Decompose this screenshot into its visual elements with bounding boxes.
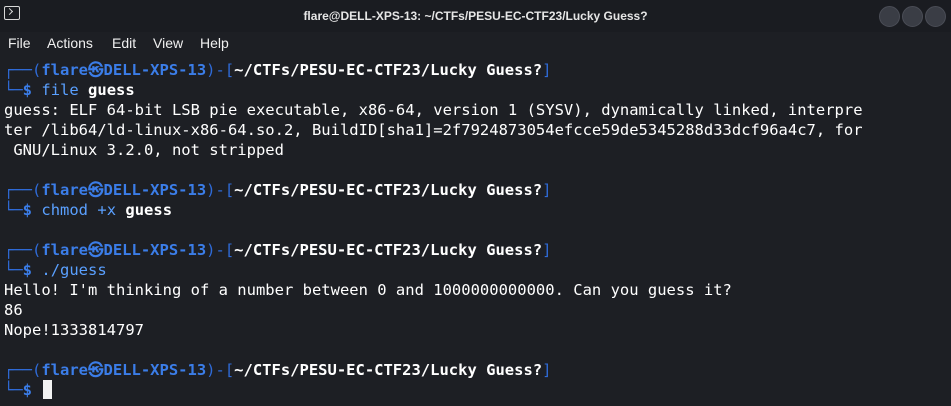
minimize-button[interactable] bbox=[879, 6, 900, 27]
menu-file[interactable]: File bbox=[8, 35, 31, 51]
terminal-output[interactable]: ┌──(flare㉿DELL-XPS-13)-[~/CTFs/PESU-EC-C… bbox=[0, 54, 951, 406]
menu-edit[interactable]: Edit bbox=[112, 35, 136, 51]
menu-help[interactable]: Help bbox=[200, 35, 229, 51]
prompt-line: ┌──(flare㉿DELL-XPS-13)-[~/CTFs/PESU-EC-C… bbox=[4, 181, 552, 199]
command-line[interactable]: └─$ bbox=[4, 380, 53, 400]
close-button[interactable] bbox=[925, 6, 946, 27]
command-line: └─$ file guess bbox=[4, 81, 135, 99]
output-line: GNU/Linux 3.2.0, not stripped bbox=[4, 141, 284, 159]
output-line: ter /lib64/ld-linux-x86-64.so.2, BuildID… bbox=[4, 121, 863, 139]
prompt-line: ┌──(flare㉿DELL-XPS-13)-[~/CTFs/PESU-EC-C… bbox=[4, 361, 552, 379]
output-line: 86 bbox=[4, 301, 23, 319]
menu-bar: File Actions Edit View Help bbox=[0, 32, 951, 54]
command-line: └─$ chmod +x guess bbox=[4, 201, 173, 219]
prompt-line: ┌──(flare㉿DELL-XPS-13)-[~/CTFs/PESU-EC-C… bbox=[4, 61, 552, 79]
output-line: Hello! I'm thinking of a number between … bbox=[4, 281, 732, 299]
output-line: Nope!1333814797 bbox=[4, 321, 144, 339]
command-line: └─$ ./guess bbox=[4, 261, 107, 279]
menu-view[interactable]: View bbox=[153, 35, 183, 51]
prompt-line: ┌──(flare㉿DELL-XPS-13)-[~/CTFs/PESU-EC-C… bbox=[4, 241, 552, 259]
maximize-button[interactable] bbox=[902, 6, 923, 27]
title-bar[interactable]: flare@DELL-XPS-13: ~/CTFs/PESU-EC-CTF23/… bbox=[0, 0, 951, 32]
terminal-window: flare@DELL-XPS-13: ~/CTFs/PESU-EC-CTF23/… bbox=[0, 0, 951, 406]
menu-actions[interactable]: Actions bbox=[47, 35, 93, 51]
text-cursor bbox=[43, 380, 53, 399]
output-line: guess: ELF 64-bit LSB pie executable, x8… bbox=[4, 101, 863, 119]
window-title: flare@DELL-XPS-13: ~/CTFs/PESU-EC-CTF23/… bbox=[303, 9, 648, 23]
